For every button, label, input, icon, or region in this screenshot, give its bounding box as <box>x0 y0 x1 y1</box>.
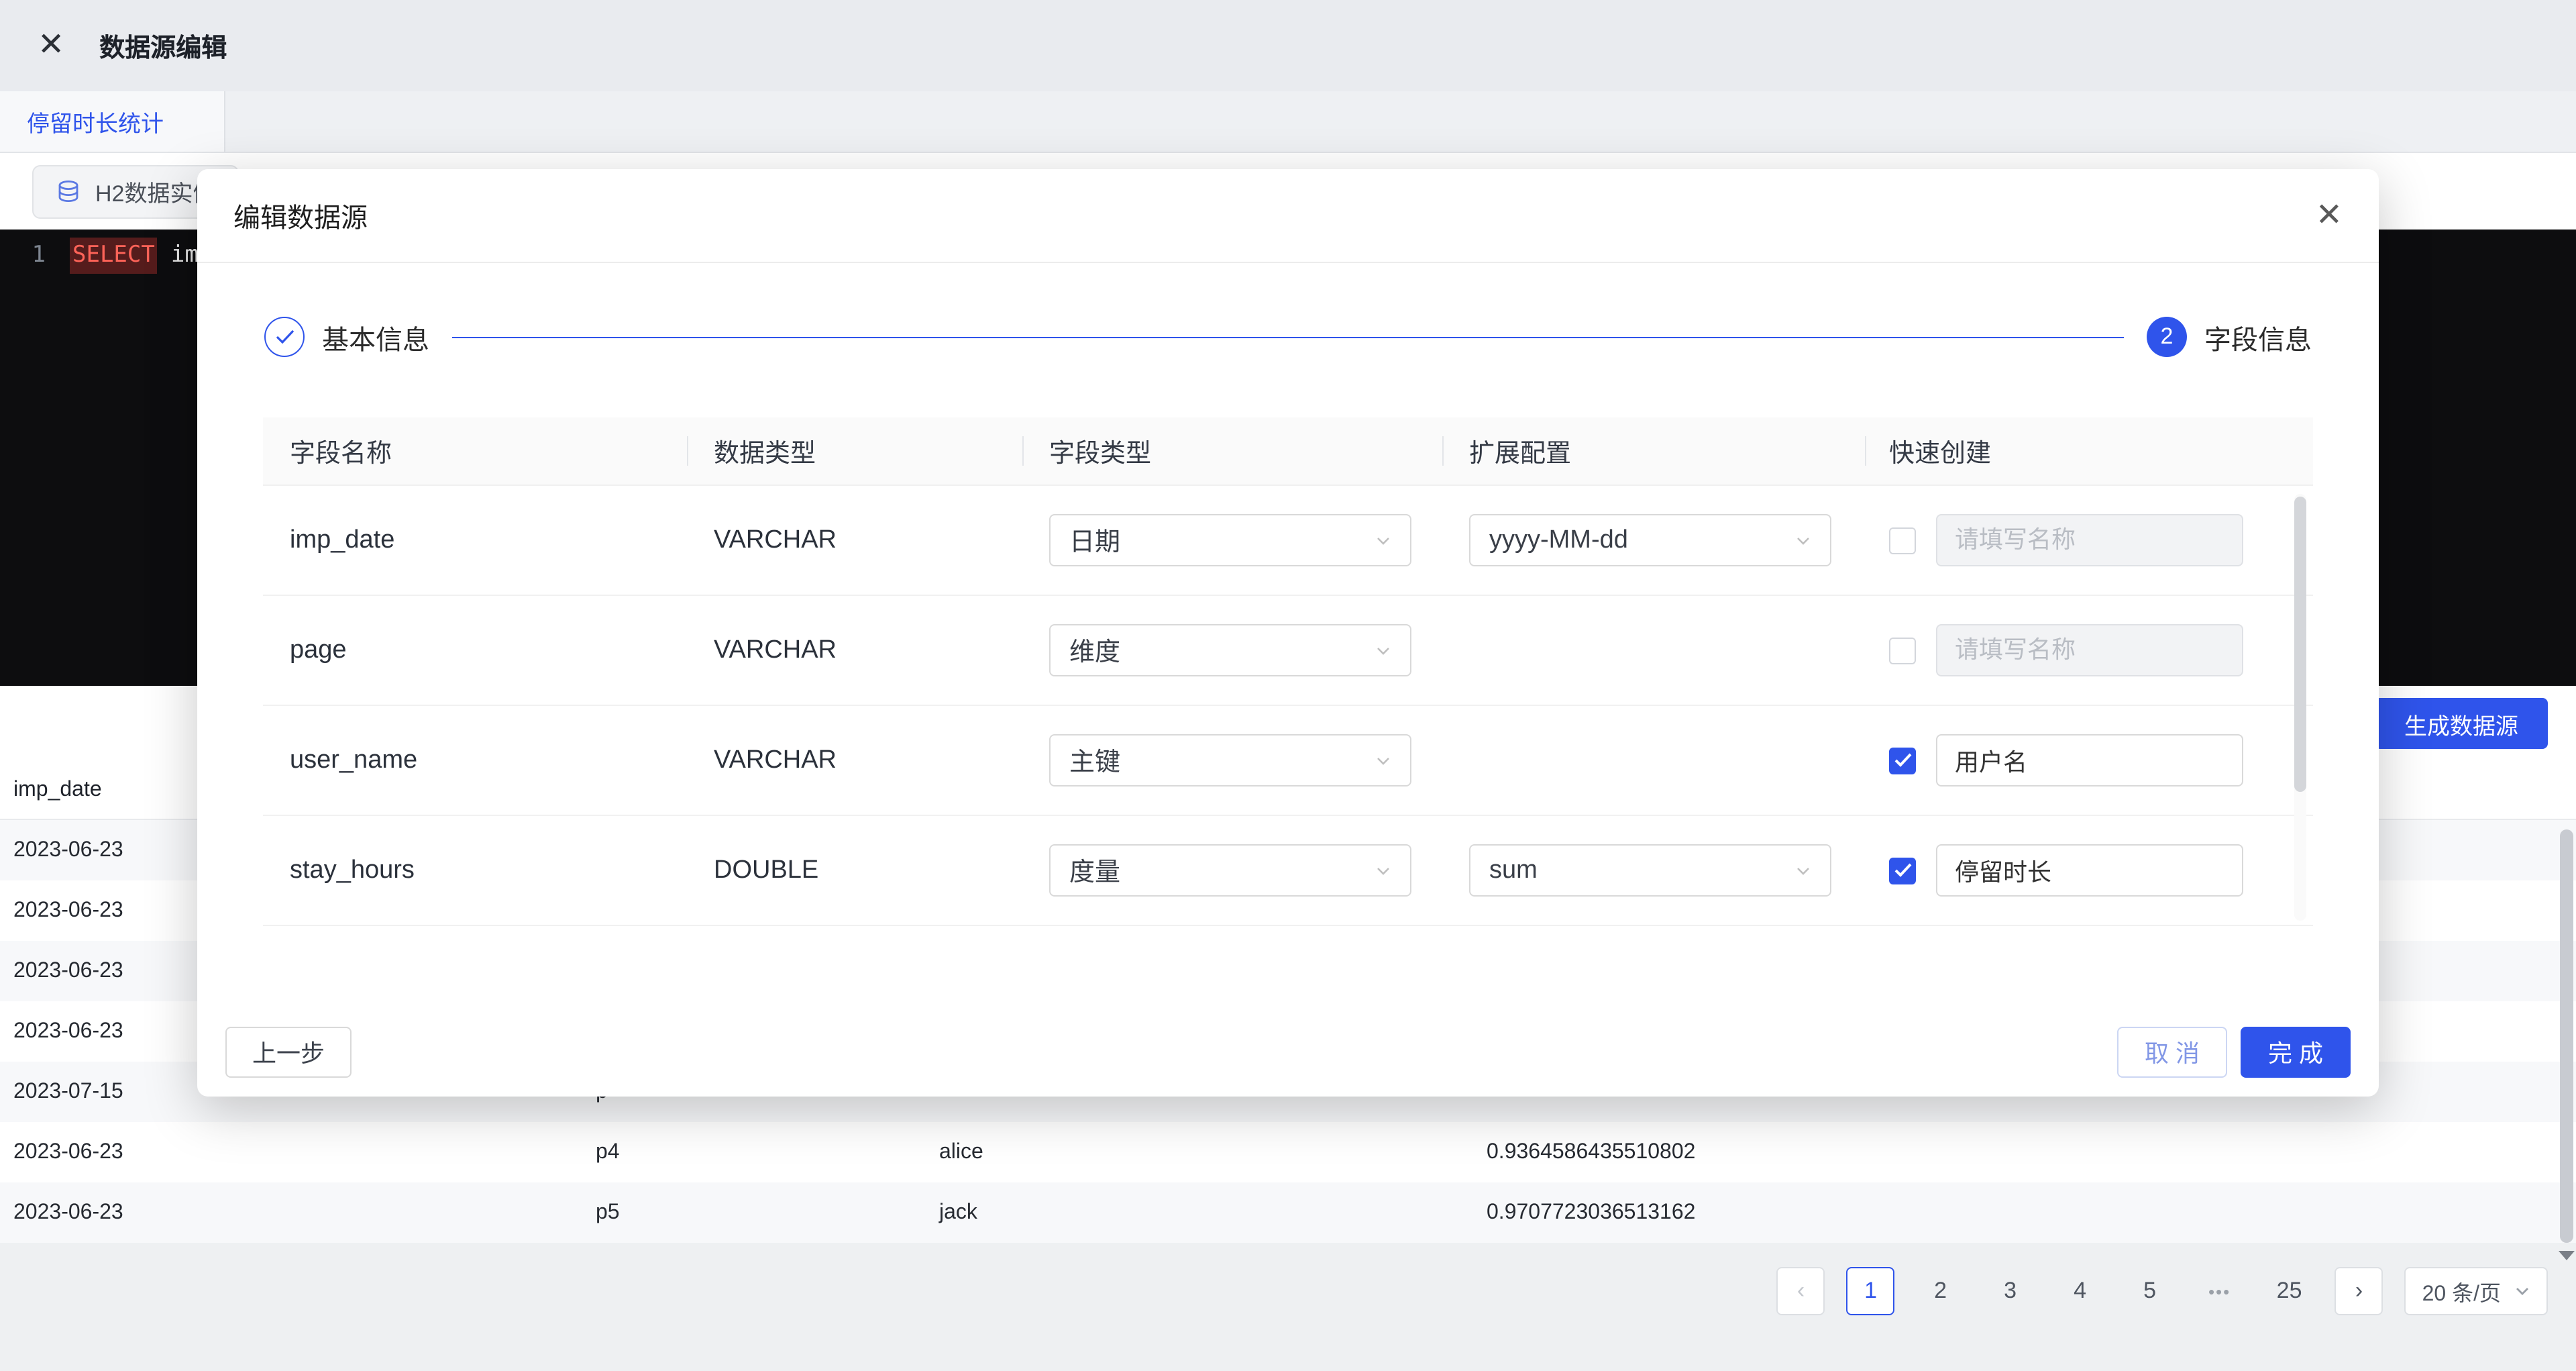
modal-footer: 上一步 取 消 完 成 <box>225 1027 2351 1078</box>
pagination-page-1[interactable]: 1 <box>1847 1267 1895 1315</box>
step2-circle: 2 <box>2147 317 2187 357</box>
quick-name-input[interactable] <box>1936 514 2243 566</box>
pagination-page-25[interactable]: 25 <box>2265 1267 2314 1315</box>
modal-title: 编辑数据源 <box>233 196 368 235</box>
quick-create-checkbox[interactable] <box>1889 747 1916 774</box>
pagination-prev-button[interactable]: ‹ <box>1777 1267 1825 1315</box>
modal-scrollbar-thumb[interactable] <box>2294 497 2306 792</box>
database-icon <box>55 178 82 205</box>
field-type-select[interactable]: 主键 <box>1049 734 1411 786</box>
bottombar: ‹ 1 2 3 4 5 ••• 25 › 20 条/页 <box>0 1243 2576 1371</box>
chevron-down-icon <box>1795 862 1811 878</box>
col-quick-create: 快速创建 <box>1865 433 2313 469</box>
data-type: DOUBLE <box>687 856 1022 885</box>
field-row-user-name: user_name VARCHAR 主键 <box>263 706 2313 816</box>
chevron-down-icon <box>1375 532 1391 548</box>
field-row-page: page VARCHAR 维度 <box>263 596 2313 706</box>
chevron-down-icon <box>1795 532 1811 548</box>
col-field-type: 字段类型 <box>1022 433 1442 469</box>
quick-name-input[interactable] <box>1936 844 2243 897</box>
field-type-select[interactable]: 度量 <box>1049 844 1411 897</box>
data-type: VARCHAR <box>687 636 1022 665</box>
chevron-down-icon <box>1375 862 1391 878</box>
data-type: VARCHAR <box>687 525 1022 555</box>
tabbar: 停留时长统计 <box>0 91 2576 153</box>
line-number: 1 <box>11 238 46 274</box>
field-name: user_name <box>263 746 687 775</box>
field-type-select[interactable]: 日期 <box>1049 514 1411 566</box>
cancel-button[interactable]: 取 消 <box>2117 1027 2227 1078</box>
generate-datasource-button[interactable]: 生成数据源 <box>2375 698 2548 749</box>
tab-label: 停留时长统计 <box>27 105 164 138</box>
check-icon <box>1894 863 1911 878</box>
page-scrollbar[interactable] <box>2560 0 2573 1371</box>
close-icon[interactable]: ✕ <box>38 30 64 62</box>
pagination-page-3[interactable]: 3 <box>1986 1267 2035 1315</box>
pagination: ‹ 1 2 3 4 5 ••• 25 › 20 条/页 <box>1777 1267 2548 1315</box>
check-icon <box>1894 753 1911 768</box>
table-row: 2023-06-23 p4 alice 0.9364586435510802 <box>0 1122 2576 1182</box>
check-icon <box>274 329 294 345</box>
data-type: VARCHAR <box>687 746 1022 775</box>
chevron-down-icon <box>1375 752 1391 768</box>
modal-table-scrollbar[interactable] <box>2294 494 2306 921</box>
topbar: ✕ 数据源编辑 <box>0 0 2576 91</box>
pagination-next-button[interactable]: › <box>2335 1267 2383 1315</box>
field-row-stay-hours: stay_hours DOUBLE 度量 sum <box>263 816 2313 926</box>
page-title: 数据源编辑 <box>99 28 227 64</box>
field-type-select[interactable]: 维度 <box>1049 624 1411 676</box>
table-row: 2023-06-23 p5 jack 0.9707723036513162 <box>0 1182 2576 1243</box>
pagination-page-2[interactable]: 2 <box>1917 1267 1965 1315</box>
step1-label: 基本信息 <box>322 317 429 356</box>
fields-table-header: 字段名称 数据类型 字段类型 扩展配置 快速创建 <box>263 417 2313 486</box>
step-connector-line <box>452 336 2124 338</box>
col-data-type: 数据类型 <box>687 433 1022 469</box>
field-name: page <box>263 636 687 665</box>
quick-create-checkbox[interactable] <box>1889 637 1916 664</box>
step1-circle <box>264 317 305 357</box>
modal-header: 编辑数据源 ✕ <box>197 169 2379 263</box>
field-row-imp-date: imp_date VARCHAR 日期 yyyy-MM-dd <box>263 486 2313 596</box>
tab-stay-duration-stats[interactable]: 停留时长统计 <box>0 91 225 152</box>
col-field-name: 字段名称 <box>263 433 687 469</box>
field-name: stay_hours <box>263 856 687 885</box>
page-size-label: 20 条/页 <box>2422 1275 2501 1307</box>
field-name: imp_date <box>263 525 687 555</box>
prev-step-button[interactable]: 上一步 <box>225 1027 352 1078</box>
pagination-ellipsis[interactable]: ••• <box>2196 1281 2244 1301</box>
col-ext-config: 扩展配置 <box>1442 433 1865 469</box>
chevron-down-icon <box>1375 642 1391 658</box>
close-icon[interactable]: ✕ <box>2316 199 2343 232</box>
edit-datasource-modal: 编辑数据源 ✕ 基本信息 2 字段信息 字段名称 数据类型 字段类型 扩展配置 … <box>197 169 2379 1097</box>
screen: ✕ 数据源编辑 停留时长统计 H2数据实例 1 SELECT imp 生成数据源… <box>0 0 2576 1371</box>
date-format-select[interactable]: yyyy-MM-dd <box>1469 514 1831 566</box>
quick-name-input[interactable] <box>1936 624 2243 676</box>
footer-actions: 取 消 完 成 <box>2117 1027 2351 1078</box>
quick-name-input[interactable] <box>1936 734 2243 786</box>
page-scrollbar-thumb[interactable] <box>2560 829 2573 1243</box>
pagination-page-4[interactable]: 4 <box>2056 1267 2104 1315</box>
chevron-down-icon <box>2514 1283 2530 1299</box>
scroll-down-arrow-icon[interactable] <box>2559 1251 2575 1260</box>
pagination-page-5[interactable]: 5 <box>2126 1267 2174 1315</box>
quick-create-checkbox[interactable] <box>1889 527 1916 554</box>
steps: 基本信息 2 字段信息 <box>197 317 2379 357</box>
step2-label: 字段信息 <box>2204 317 2312 356</box>
page-size-select[interactable]: 20 条/页 <box>2405 1267 2548 1315</box>
done-button[interactable]: 完 成 <box>2241 1027 2351 1078</box>
aggregation-select[interactable]: sum <box>1469 844 1831 897</box>
quick-create-checkbox[interactable] <box>1889 857 1916 884</box>
sql-keyword: SELECT <box>70 238 158 274</box>
fields-table: 字段名称 数据类型 字段类型 扩展配置 快速创建 imp_date VARCHA… <box>263 417 2313 926</box>
